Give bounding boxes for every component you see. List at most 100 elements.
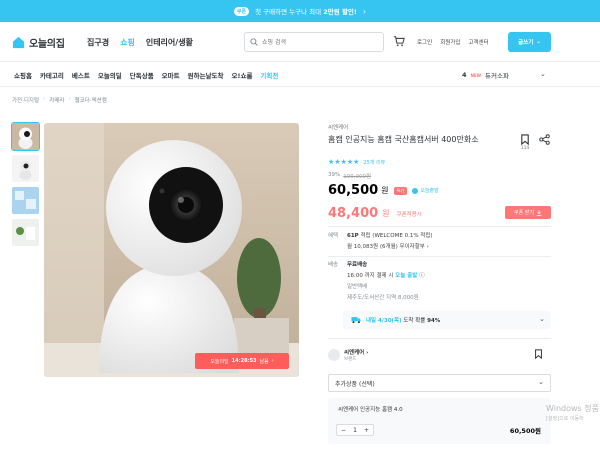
subnav-item-showroom[interactable]: 오!쇼룸 (232, 70, 253, 80)
subnav-item-category[interactable]: 카테고리 (40, 70, 64, 80)
delivery-free: 무료배송 (347, 262, 368, 268)
special-badge: 특가 (393, 186, 408, 195)
write-button[interactable]: 글쓰기 ⌄ (508, 32, 551, 52)
sale-price: 60,500 (328, 183, 379, 198)
todays-deal-timer[interactable]: 오늘의딜 14:28:53 남음 › (195, 353, 289, 369)
subnav-item-exhibition[interactable]: 기획전 (260, 70, 278, 80)
promo-tag: 쿠폰 (233, 6, 250, 16)
selected-option-name: 씨엔케어 인공지능 홈캠 4.0 (338, 407, 403, 413)
util-links: 로그인 회원가입 고객센터 (417, 38, 489, 46)
camera-thumbnail-image (12, 155, 39, 182)
delivery-extra: 제주도/도서산간 지역 8,000원 (347, 295, 419, 301)
currency-won: 원 (382, 209, 390, 218)
promo-arrow-icon: › (362, 6, 367, 16)
timer-suffix: 남음 (259, 358, 269, 365)
qty-plus-button[interactable]: + (364, 427, 369, 434)
subnav-item-todays-deal[interactable]: 오늘의딜 (98, 70, 122, 80)
share-icon[interactable] (539, 134, 550, 145)
quantity-stepper[interactable]: − 1 + (336, 424, 374, 436)
thumbnail-2[interactable] (12, 155, 39, 182)
arrival-estimate[interactable]: 내일 4/30(목) 도착 확률 94% ⌄ (343, 311, 551, 329)
bookmark-icon[interactable] (534, 349, 543, 359)
currency-won: 원 (381, 186, 389, 195)
cart-icon[interactable] (393, 35, 405, 47)
search-icon (250, 38, 258, 46)
thumbnail-3[interactable] (12, 187, 39, 214)
review-count: 25개 리뷰 (363, 159, 386, 166)
bookmark-icon (521, 134, 529, 145)
subnav-item-shopping-home[interactable]: 쇼핑홈 (14, 70, 32, 80)
option-select-value: 추가상품 (선택) (335, 380, 375, 388)
timer-time: 14:28:53 (231, 358, 257, 364)
thumbnail-1[interactable] (11, 122, 40, 151)
coupon-price-row: 48,400 원 쿠폰적용시 (328, 206, 422, 221)
thumbnail-4[interactable] (12, 219, 39, 246)
breadcrumb: 가전·디지털 › 카메라 › 웹코더·액션캠 (12, 96, 107, 104)
subnav-item-best[interactable]: 베스트 (72, 70, 90, 80)
subnav-item-desired-day[interactable]: 원하는날도착 (188, 70, 224, 80)
subnav-item-exclusive[interactable]: 단독상품 (130, 70, 154, 80)
search-input[interactable] (262, 38, 372, 46)
discount-rate: 39% (328, 172, 341, 178)
customer-center-link[interactable]: 고객센터 (468, 38, 488, 46)
product-main-image[interactable] (44, 123, 299, 377)
breadcrumb-item[interactable]: 카메라 (49, 96, 64, 104)
chevron-down-icon: ⌄ (539, 315, 545, 323)
qty-minus-button[interactable]: − (341, 427, 346, 434)
delivery-type: 일반택배 (347, 284, 368, 290)
today-departure-badge: 오늘출발 (412, 187, 439, 194)
rating-stars: ★★★★★ (328, 158, 360, 166)
timer-label: 오늘의딜 (210, 358, 229, 365)
benefit-label: 혜택 (328, 233, 339, 239)
rating[interactable]: ★★★★★ 25개 리뷰 (328, 158, 385, 166)
delivery-today: 16:00 까지 결제 시 오늘 출발 ⓘ (347, 273, 425, 279)
search-box[interactable] (244, 32, 384, 52)
original-price: 100,000원 (343, 174, 372, 180)
house-logo-icon (12, 36, 25, 49)
subnav-item-omart[interactable]: 오마트 (162, 70, 180, 80)
coupon-button-label: 쿠폰 받기 (514, 210, 534, 216)
thumbnail-list (11, 122, 40, 246)
divider (328, 226, 551, 227)
coupon-price: 48,400 (328, 206, 379, 221)
bookmark-button[interactable]: 114 (520, 134, 530, 151)
nav-house-tour[interactable]: 집구경 (87, 37, 109, 48)
nav-interior-life[interactable]: 인테리어/생활 (146, 37, 193, 48)
chevron-down-icon: ⌄ (536, 39, 541, 45)
truck-icon (351, 317, 361, 324)
chevron-right-icon: › (271, 358, 274, 364)
nav-shopping[interactable]: 쇼핑 (120, 37, 135, 48)
camera-thumbnail-image (12, 123, 39, 150)
subnav-items: 쇼핑홈 카테고리 베스트 오늘의딜 단독상품 오마트 원하는날도착 오!쇼룸 기… (14, 70, 278, 80)
truck-icon (412, 187, 419, 194)
header: 오늘의집 집구경 쇼핑 인테리어/생활 로그인 회원가입 고객센터 글쓰기 ⌄ (0, 22, 600, 62)
selected-option-price: 60,500원 (509, 427, 541, 435)
coupon-download-button[interactable]: 쿠폰 받기 (505, 206, 551, 219)
seller-sub: 브랜드 (344, 357, 357, 362)
trending-keyword[interactable]: 4 NEW 듀커소파 (462, 70, 509, 80)
rank-keyword: 듀커소파 (485, 72, 509, 80)
logo[interactable]: 오늘의집 (12, 35, 65, 50)
login-link[interactable]: 로그인 (417, 38, 432, 46)
logo-text: 오늘의집 (29, 39, 65, 50)
discount-row: 39% 100,000원 (328, 172, 371, 180)
brand-name[interactable]: 씨엔케어 (328, 123, 348, 131)
breadcrumb-item[interactable]: 가전·디지털 (12, 96, 39, 104)
seller-avatar (328, 349, 340, 361)
additional-product-select[interactable]: 추가상품 (선택) ⌄ (328, 374, 551, 392)
camera-thumbnail-image (12, 219, 39, 246)
main-nav: 집구경 쇼핑 인테리어/생활 (87, 37, 193, 48)
price-row: 60,500 원 특가 오늘출발 (328, 183, 439, 198)
promo-banner[interactable]: 쿠폰 첫 구매하면 누구나 최대 2만원 할인! › (0, 0, 600, 22)
chevron-down-icon[interactable]: ⌄ (540, 70, 546, 78)
signup-link[interactable]: 회원가입 (440, 38, 460, 46)
shopping-subnav: 쇼핑홈 카테고리 베스트 오늘의딜 단독상품 오마트 원하는날도착 오!쇼룸 기… (0, 62, 600, 87)
divider (328, 256, 551, 257)
seller-row[interactable]: 씨엔케어 › 브랜드 (328, 346, 551, 364)
breadcrumb-item[interactable]: 웹코더·액션캠 (75, 96, 107, 104)
qty-value[interactable]: 1 (353, 427, 357, 434)
bookmark-count: 114 (520, 146, 530, 151)
installment-info[interactable]: 월 10,083원 (6개월) 무이자할부 › (347, 242, 433, 253)
breadcrumb-separator: › (43, 96, 46, 102)
coupon-label: 쿠폰적용시 (396, 211, 422, 218)
